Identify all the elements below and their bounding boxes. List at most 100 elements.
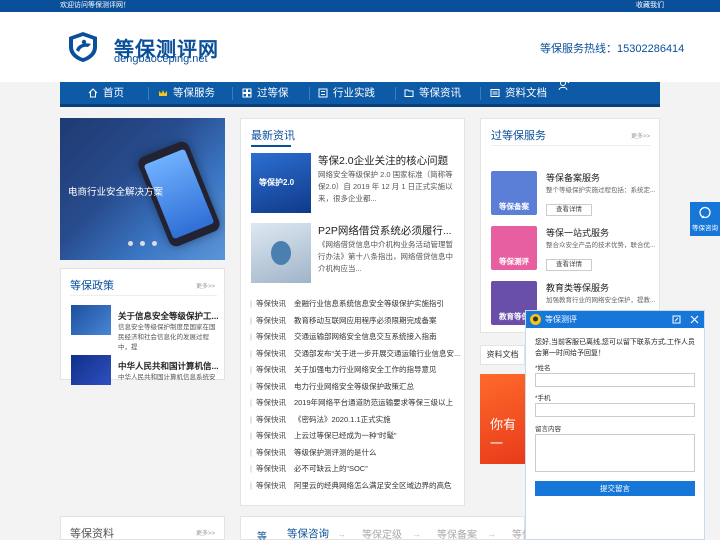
tab-more[interactable]: 等保 bbox=[512, 526, 526, 540]
list-item[interactable]: | 等保快讯 电力行业网络安全等级保护政策汇总 bbox=[250, 381, 414, 397]
tab-category[interactable]: 等 bbox=[257, 528, 267, 540]
services-title: 过等保服务 bbox=[491, 130, 546, 142]
nav-label: 行业实践 bbox=[333, 87, 375, 99]
carousel-dot[interactable] bbox=[128, 241, 133, 246]
nav-item-industry[interactable]: 行业实践 bbox=[318, 82, 375, 104]
materials-title: 等保资料 bbox=[70, 528, 114, 540]
services-more-link[interactable]: 更多>> bbox=[631, 131, 650, 140]
list-item-title: 交通部发布“关于进一步开展交通运输行业信息安... bbox=[293, 348, 461, 358]
list-item[interactable]: | 等保快讯 交通运输部网络安全信息交互系统接入指南 bbox=[250, 331, 436, 347]
filing-service-icon[interactable]: 等保备案 bbox=[491, 171, 537, 215]
news-item-desc: 网络安全等级保护 2.0 国家标准（简称等保2.0）自 2019 年 12 月 … bbox=[318, 170, 453, 203]
chat-header: 等保测评 bbox=[526, 311, 704, 328]
close-icon[interactable] bbox=[690, 315, 699, 324]
news-thumb-text: 等保护2.0 bbox=[259, 178, 295, 187]
list-item[interactable]: | 等保快讯 教育移动互联网应用程序必须限期完成备案 bbox=[250, 315, 436, 331]
top-bar: 欢迎访问等保测评网！ 收藏我们 bbox=[0, 0, 720, 12]
name-input[interactable] bbox=[535, 373, 695, 387]
phone-input[interactable] bbox=[535, 403, 695, 417]
view-details-button[interactable]: 查看详情 bbox=[546, 204, 592, 216]
nav-item-pass[interactable]: 过等保 bbox=[242, 82, 289, 104]
message-textarea[interactable] bbox=[535, 434, 695, 472]
nav-divider bbox=[148, 87, 149, 100]
list-item-title: 阿里云的经典网络怎么满足安全区域边界的高危 bbox=[293, 480, 452, 490]
service-title[interactable]: 等保备案服务 bbox=[546, 171, 600, 184]
submit-message-button[interactable]: 提交留言 bbox=[535, 481, 695, 496]
nav-item-docs[interactable]: 资料文档 bbox=[490, 82, 547, 104]
chat-title: 等保测评 bbox=[545, 315, 577, 324]
bookmark-link[interactable]: 收藏我们 bbox=[636, 0, 664, 12]
list-item[interactable]: | 等保快讯 关于加强电力行业网络安全工作的指导意见 bbox=[250, 364, 436, 380]
nav-label: 首页 bbox=[103, 87, 124, 99]
news-thumb[interactable] bbox=[251, 223, 311, 283]
list-item-title: 交通运输部网络安全信息交互系统接入指南 bbox=[293, 332, 437, 341]
carousel-dots bbox=[128, 241, 157, 246]
list-item-category: 等保快讯 bbox=[255, 480, 286, 490]
list-item-title: 《密码法》2020.1.1正式实施 bbox=[293, 414, 391, 424]
list-item-title: 上云过等保已经成为一种“时髦” bbox=[293, 431, 397, 440]
hero-banner[interactable]: 电商行业安全解决方案 bbox=[60, 118, 225, 260]
list-item[interactable]: | 等保快讯 交通部发布“关于进一步开展交通运输行业信息安... bbox=[250, 348, 460, 364]
list-item-title: 2019年网络平台通道防范运输要求等保三级以上 bbox=[293, 398, 454, 407]
policy-item-title[interactable]: 中华人民共和国计算机信... bbox=[118, 360, 219, 372]
materials-more-link[interactable]: 更多>> bbox=[196, 528, 215, 537]
list-item-category: 等保快讯 bbox=[255, 464, 286, 473]
list-item[interactable]: | 等保快讯 2019年网络平台通道防范运输要求等保三级以上 bbox=[250, 397, 453, 413]
list-item[interactable]: | 等保快讯 《密码法》2020.1.1正式实施 bbox=[250, 414, 391, 430]
crown-icon bbox=[159, 90, 167, 96]
policy-thumb[interactable] bbox=[71, 355, 111, 385]
chat-bubble-icon bbox=[699, 206, 711, 219]
news-thumb[interactable]: 等保护2.0 bbox=[251, 153, 311, 213]
nav-divider bbox=[309, 87, 310, 100]
user-icon[interactable] bbox=[558, 79, 570, 91]
nav-item-home[interactable]: 首页 bbox=[88, 82, 124, 104]
list-item[interactable]: | 等保快讯 上云过等保已经成为一种“时髦” bbox=[250, 430, 396, 446]
consult-side-tab[interactable]: 等保咨询 bbox=[690, 202, 720, 236]
phone-label: *手机 bbox=[535, 395, 551, 402]
policy-more-link[interactable]: 更多>> bbox=[196, 281, 215, 290]
news-item-title[interactable]: P2P网络借贷系统必须履行... bbox=[318, 223, 452, 238]
list-item-category: 等保快讯 bbox=[255, 365, 286, 374]
news-item-title[interactable]: 等保2.0企业关注的核心问题 bbox=[318, 153, 448, 168]
nav-item-services[interactable]: 等保服务 bbox=[158, 82, 215, 104]
list-item-category: 等保快讯 bbox=[255, 381, 286, 391]
nav-label: 过等保 bbox=[257, 87, 289, 99]
service-title[interactable]: 教育类等保服务 bbox=[546, 281, 609, 294]
list-item-category: 等保快讯 bbox=[255, 315, 286, 325]
welcome-text: 欢迎访问等保测评网！ bbox=[60, 2, 130, 9]
evaluation-service-icon[interactable]: 等保测评 bbox=[491, 226, 537, 270]
policy-item-title[interactable]: 关于信息安全等级保护工... bbox=[118, 310, 219, 322]
service-desc: 整合众安全产品的技术优势，联合优... bbox=[546, 242, 656, 249]
grid-icon bbox=[242, 88, 252, 98]
carousel-dot[interactable] bbox=[152, 241, 157, 246]
tab-filing[interactable]: 等保备案 bbox=[437, 526, 477, 540]
nav-label: 等保资讯 bbox=[419, 87, 461, 99]
service-title[interactable]: 等保一站式服务 bbox=[546, 226, 609, 239]
nav-label: 等保服务 bbox=[173, 87, 215, 99]
list-item-category: 等保快讯 bbox=[255, 332, 286, 341]
view-details-button[interactable]: 查看详情 bbox=[546, 259, 592, 271]
nav-item-news[interactable]: 等保资讯 bbox=[404, 82, 461, 104]
minimize-icon[interactable] bbox=[672, 315, 681, 324]
list-item-category: 等保快讯 bbox=[255, 447, 286, 457]
tab-consult[interactable]: 等保咨询 bbox=[287, 526, 329, 540]
policy-thumb[interactable] bbox=[71, 305, 111, 335]
list-item-category: 等保快讯 bbox=[255, 348, 286, 358]
message-label: 留言内容 bbox=[535, 426, 561, 433]
shield-logo-icon[interactable] bbox=[66, 30, 100, 64]
list-item[interactable]: | 等保快讯 金融行业信息系统信息安全等级保护实施指引 bbox=[250, 298, 444, 314]
latest-news-title: 最新资讯 bbox=[251, 130, 295, 142]
carousel-dot[interactable] bbox=[140, 241, 145, 246]
document-icon bbox=[490, 89, 500, 97]
brand-domain: dengbaoceping.net bbox=[114, 53, 208, 65]
policy-item-desc: 信息安全等级保护制度是国家在国民经济和社会信息化的发展过程中，提 bbox=[118, 324, 216, 351]
promo-banner[interactable]: 你有一 bbox=[480, 374, 525, 464]
docs-tab[interactable]: 资料文档 bbox=[480, 345, 525, 365]
list-item-category: 等保快讯 bbox=[255, 431, 286, 440]
tab-grading[interactable]: 等保定级 bbox=[362, 526, 402, 540]
list-item[interactable]: | 等保快讯 等级保护测评测的是什么 bbox=[250, 447, 376, 463]
name-label: *姓名 bbox=[535, 365, 551, 372]
nav-label: 资料文档 bbox=[505, 87, 547, 99]
list-item[interactable]: | 等保快讯 阿里云的经典网络怎么满足安全区域边界的高危 bbox=[250, 480, 451, 496]
list-item[interactable]: | 等保快讯 必不可缺云上的“SOC” bbox=[250, 463, 368, 479]
